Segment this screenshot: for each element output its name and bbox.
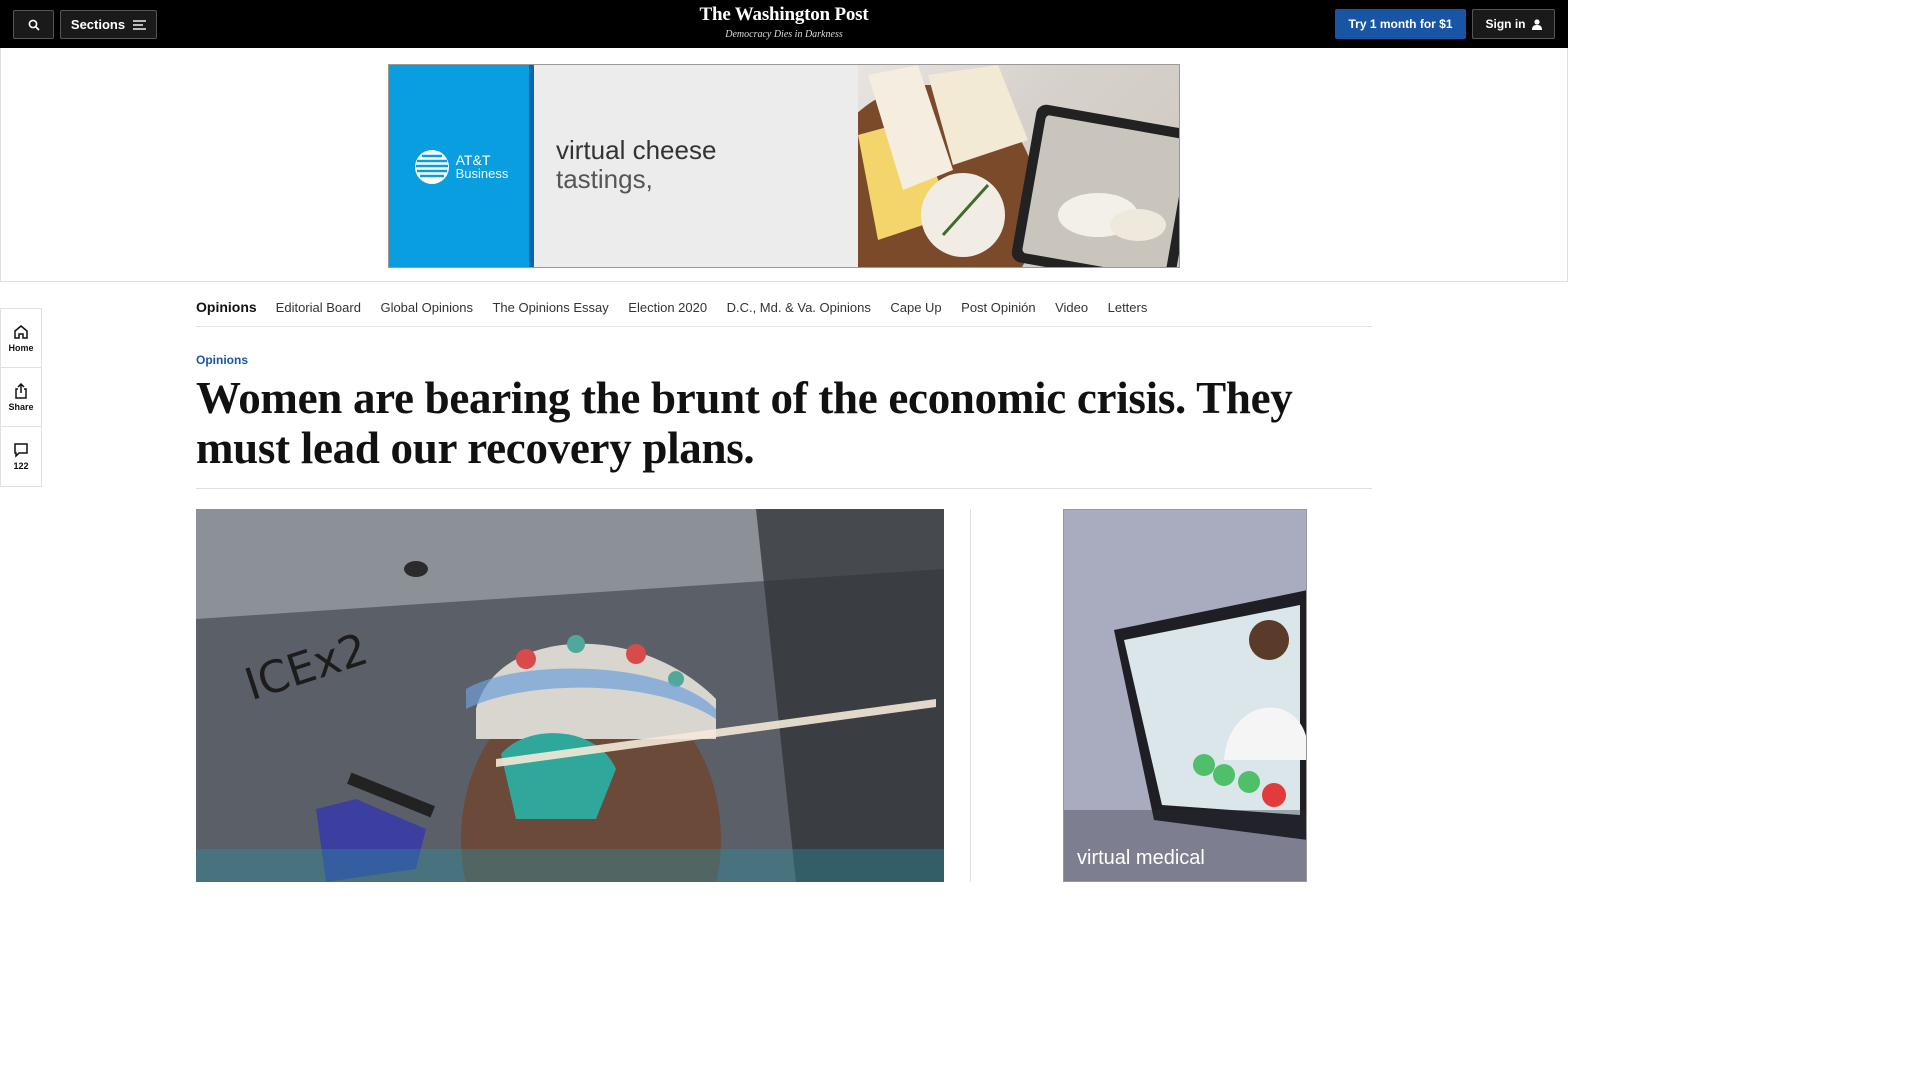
article-hero-image[interactable]: ICEx2	[196, 509, 944, 882]
side-ad-text: virtual medical	[1077, 847, 1205, 869]
home-button[interactable]: Home	[1, 309, 41, 368]
nav-item-dc-md-va-opinions[interactable]: D.C., Md. & Va. Opinions	[727, 300, 871, 315]
tagline: Democracy Dies in Darkness	[725, 29, 843, 40]
article-kicker[interactable]: Opinions	[196, 353, 248, 367]
ad-brand-name: AT&T	[455, 152, 491, 168]
ad-text-panel: virtual cheese tastings,	[534, 65, 858, 267]
att-globe-icon	[414, 150, 449, 184]
nav-item-video[interactable]: Video	[1055, 300, 1088, 315]
menu-icon	[133, 19, 147, 30]
opinions-section-nav: Opinions Editorial Board Global Opinions…	[196, 288, 1372, 327]
nav-item-cape-up[interactable]: Cape Up	[890, 300, 941, 315]
search-icon	[28, 19, 40, 31]
nav-item-opinions[interactable]: Opinions	[196, 299, 257, 315]
comments-count: 122	[13, 461, 29, 471]
share-label: Share	[8, 401, 34, 412]
share-icon	[15, 382, 27, 399]
washington-post-logo[interactable]: The Washington Post	[634, 4, 934, 26]
search-button[interactable]	[13, 10, 54, 39]
ad-headline-1: virtual cheese	[556, 135, 717, 165]
sign-in-label: Sign in	[1485, 17, 1526, 31]
home-label: Home	[8, 342, 34, 353]
nav-item-election-2020[interactable]: Election 2020	[628, 300, 707, 315]
article-headline: Women are bearing the brunt of the econo…	[196, 373, 1293, 473]
att-brand-panel: AT&T Business	[389, 65, 533, 267]
nav-item-editorial-board[interactable]: Editorial Board	[276, 300, 361, 315]
top-advertisement[interactable]: AT&T Business virtual cheese tastings,	[388, 64, 1180, 268]
ad-cheese-image	[858, 65, 1179, 267]
comments-button[interactable]: 122	[1, 427, 41, 486]
ad-headline-2: tastings,	[556, 164, 653, 194]
nav-item-opinions-essay[interactable]: The Opinions Essay	[492, 300, 608, 315]
comment-icon	[14, 443, 28, 458]
masthead-logo[interactable]: The Washington Post Democracy Dies in Da…	[634, 4, 934, 40]
top-navigation-bar: Sections The Washington Post Democracy D…	[0, 0, 1568, 48]
left-action-rail: Home Share 122	[0, 308, 42, 487]
sections-label: Sections	[70, 17, 126, 32]
home-icon	[14, 324, 28, 339]
nav-item-global-opinions[interactable]: Global Opinions	[380, 300, 473, 315]
user-icon	[1531, 18, 1542, 30]
headline-divider	[196, 488, 1372, 489]
nav-item-letters[interactable]: Letters	[1108, 300, 1148, 315]
subscribe-button[interactable]: Try 1 month for $1	[1335, 9, 1466, 39]
ad-brand-sub: Business	[455, 166, 509, 181]
nav-item-post-opinion[interactable]: Post Opinión	[961, 300, 1035, 315]
column-divider	[970, 509, 971, 882]
sections-button[interactable]: Sections	[60, 10, 157, 39]
sidebar-advertisement[interactable]: virtual medical	[1063, 509, 1307, 882]
share-button[interactable]: Share	[1, 368, 41, 427]
sign-in-button[interactable]: Sign in	[1472, 9, 1555, 39]
